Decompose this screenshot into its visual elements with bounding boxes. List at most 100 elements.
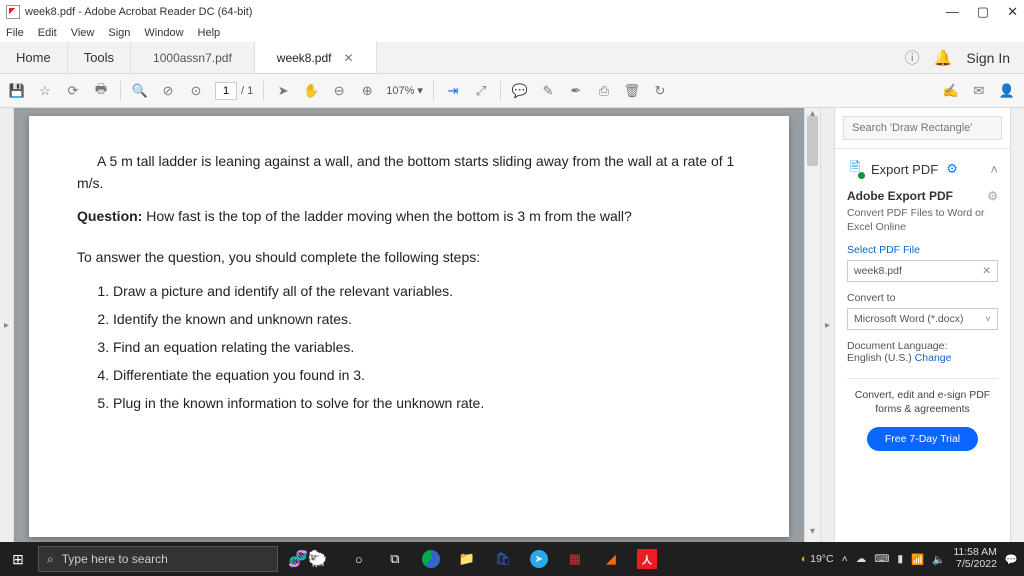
menu-edit[interactable]: Edit <box>38 27 57 39</box>
question-label: Question: <box>77 208 142 224</box>
tab-tools[interactable]: Tools <box>68 42 131 73</box>
content-area: ▸ A 5 m tall ladder is leaning against a… <box>0 108 1024 542</box>
panel-subtitle: Convert PDF Files to Word or Excel Onlin… <box>847 207 998 234</box>
start-button[interactable]: ⊞ <box>0 542 36 576</box>
save-icon[interactable]: 💾 <box>8 82 26 100</box>
document-language: Document Language: English (U.S.) Change <box>847 340 998 364</box>
sign-in-button[interactable]: Sign In <box>966 50 1010 66</box>
telegram-icon[interactable]: ➤ <box>528 548 550 570</box>
fit-width-icon[interactable]: ⇥ <box>444 82 462 100</box>
notifications-icon[interactable]: 💬 <box>1005 553 1018 566</box>
zoom-level[interactable]: 107% ▾ <box>386 84 423 97</box>
step-item: Draw a picture and identify all of the r… <box>113 277 741 305</box>
sign-icon[interactable]: ✒ <box>567 82 585 100</box>
chevron-up-icon[interactable]: ˄ <box>990 162 998 177</box>
promo-section: Convert, edit and e-sign PDFforms & agre… <box>847 378 998 450</box>
page-current-input[interactable] <box>215 82 237 100</box>
volume-icon[interactable]: 🔈 <box>932 553 945 566</box>
system-tray: ◐ 19°C ˄ ☁ ⌨ ▮ 📶 🔈 11:58 AM 7/5/2022 💬 <box>801 547 1018 570</box>
tab-document-1-label: 1000assn7.pdf <box>153 51 232 65</box>
taskbar-search[interactable]: ⌕ Type here to search <box>38 546 278 572</box>
windows-taskbar: ⊞ ⌕ Type here to search 🧬🐑 ○ ⧉ 📁 🛍 ➤ ▦ ◢… <box>0 542 1024 576</box>
scroll-thumb[interactable] <box>807 116 818 166</box>
scroll-down-icon[interactable]: ▾ <box>805 526 820 542</box>
delete-icon[interactable]: 🗑 <box>623 82 641 100</box>
stamp-icon[interactable]: ⎙ <box>595 82 613 100</box>
window-titlebar: week8.pdf - Adobe Acrobat Reader DC (64-… <box>0 0 1024 24</box>
clear-file-icon[interactable]: ✕ <box>982 265 991 277</box>
cloud-icon[interactable]: ⟳ <box>64 82 82 100</box>
print-icon[interactable]: 🖶 <box>92 82 110 100</box>
store-icon[interactable]: 🛍 <box>492 548 514 570</box>
intro-paragraph: A 5 m tall ladder is leaning against a w… <box>77 150 741 195</box>
tab-document-1[interactable]: 1000assn7.pdf <box>131 42 255 73</box>
convert-to-label: Convert to <box>847 292 998 304</box>
onedrive-icon[interactable]: ☁ <box>856 553 867 565</box>
separator <box>500 81 501 101</box>
menu-sign[interactable]: Sign <box>108 27 130 39</box>
select-pdf-link[interactable]: Select PDF File <box>847 244 998 256</box>
taskview-icon[interactable]: ⧉ <box>384 548 406 570</box>
menu-help[interactable]: Help <box>198 27 221 39</box>
zoom-out-icon[interactable]: ⊖ <box>330 82 348 100</box>
menu-file[interactable]: File <box>6 27 24 39</box>
change-language-link[interactable]: Change <box>915 352 952 364</box>
page-down-icon[interactable]: ⊙ <box>187 82 205 100</box>
wifi-icon[interactable]: 📶 <box>911 553 924 566</box>
window-title: week8.pdf - Adobe Acrobat Reader DC (64-… <box>25 6 252 18</box>
selected-file-name: week8.pdf <box>854 265 902 277</box>
weather-widget[interactable]: ◐ 19°C <box>801 553 834 565</box>
acrobat-taskbar-icon[interactable]: 人 <box>636 548 658 570</box>
mail-icon[interactable]: ✉ <box>970 82 988 100</box>
sign-tool-icon[interactable]: ✍ <box>942 82 960 100</box>
convert-format-select[interactable]: Microsoft Word (*.docx) ˅ <box>847 308 998 330</box>
tab-document-2[interactable]: week8.pdf ✕ <box>255 42 377 73</box>
panel-search-input[interactable] <box>843 116 1002 140</box>
settings-icon[interactable]: ⚙ <box>987 189 998 203</box>
keyboard-icon[interactable]: ⌨ <box>874 553 889 565</box>
hand-icon[interactable]: ✋ <box>302 82 320 100</box>
selected-file-field[interactable]: week8.pdf ✕ <box>847 260 998 282</box>
document-scrollbar[interactable]: ▴ ▾ <box>804 108 820 542</box>
star-icon[interactable]: ☆ <box>36 82 54 100</box>
rotate-icon[interactable]: ↻ <box>651 82 669 100</box>
maximize-button[interactable]: ▢ <box>977 4 989 20</box>
highlight-icon[interactable]: ✎ <box>539 82 557 100</box>
minimize-button[interactable]: — <box>946 4 959 20</box>
fit-page-icon[interactable]: ⤢ <box>472 82 490 100</box>
cortana-icon[interactable]: ○ <box>348 548 370 570</box>
battery-icon[interactable]: ▮ <box>897 553 903 565</box>
left-rail[interactable]: ▸ <box>0 108 14 542</box>
gear-icon[interactable]: ⚙ <box>946 161 958 177</box>
zoom-search-icon[interactable]: 🔍 <box>131 82 149 100</box>
step-item: Differentiate the equation you found in … <box>113 361 741 389</box>
bell-icon[interactable]: 🔔 <box>934 49 953 67</box>
explorer-icon[interactable]: 📁 <box>456 548 478 570</box>
panel-scrollbar[interactable] <box>1010 108 1024 542</box>
edge-icon[interactable] <box>420 548 442 570</box>
app-icon-2[interactable]: ◢ <box>600 548 622 570</box>
free-trial-button[interactable]: Free 7-Day Trial <box>867 427 978 451</box>
app-icon[interactable]: ▦ <box>564 548 586 570</box>
tab-close-button[interactable]: ✕ <box>343 51 353 65</box>
taskbar-widget-icon[interactable]: 🧬🐑 <box>288 549 328 569</box>
steps-lead: To answer the question, you should compl… <box>77 249 741 265</box>
tab-home[interactable]: Home <box>0 42 68 73</box>
comment-icon[interactable]: 💬 <box>511 82 529 100</box>
right-rail-toggle[interactable]: ▸ <box>820 108 834 542</box>
clock[interactable]: 11:58 AM 7/5/2022 <box>953 547 997 570</box>
page-up-icon[interactable]: ⊘ <box>159 82 177 100</box>
document-viewport[interactable]: A 5 m tall ladder is leaning against a w… <box>14 108 804 542</box>
people-icon[interactable]: 👤 <box>998 82 1016 100</box>
export-pdf-icon: 🗎 <box>847 161 863 177</box>
selection-icon[interactable]: ➤ <box>274 82 292 100</box>
zoom-in-icon[interactable]: ⊕ <box>358 82 376 100</box>
help-icon[interactable]: ⓘ <box>905 47 920 68</box>
menu-view[interactable]: View <box>71 27 95 39</box>
tray-chevron-icon[interactable]: ˄ <box>842 553 848 565</box>
menu-window[interactable]: Window <box>144 27 183 39</box>
document-page: A 5 m tall ladder is leaning against a w… <box>29 116 789 537</box>
divider <box>835 148 1010 149</box>
export-pdf-row[interactable]: 🗎 Export PDF ⚙ ˄ <box>835 153 1010 185</box>
close-window-button[interactable]: ✕ <box>1007 4 1018 20</box>
